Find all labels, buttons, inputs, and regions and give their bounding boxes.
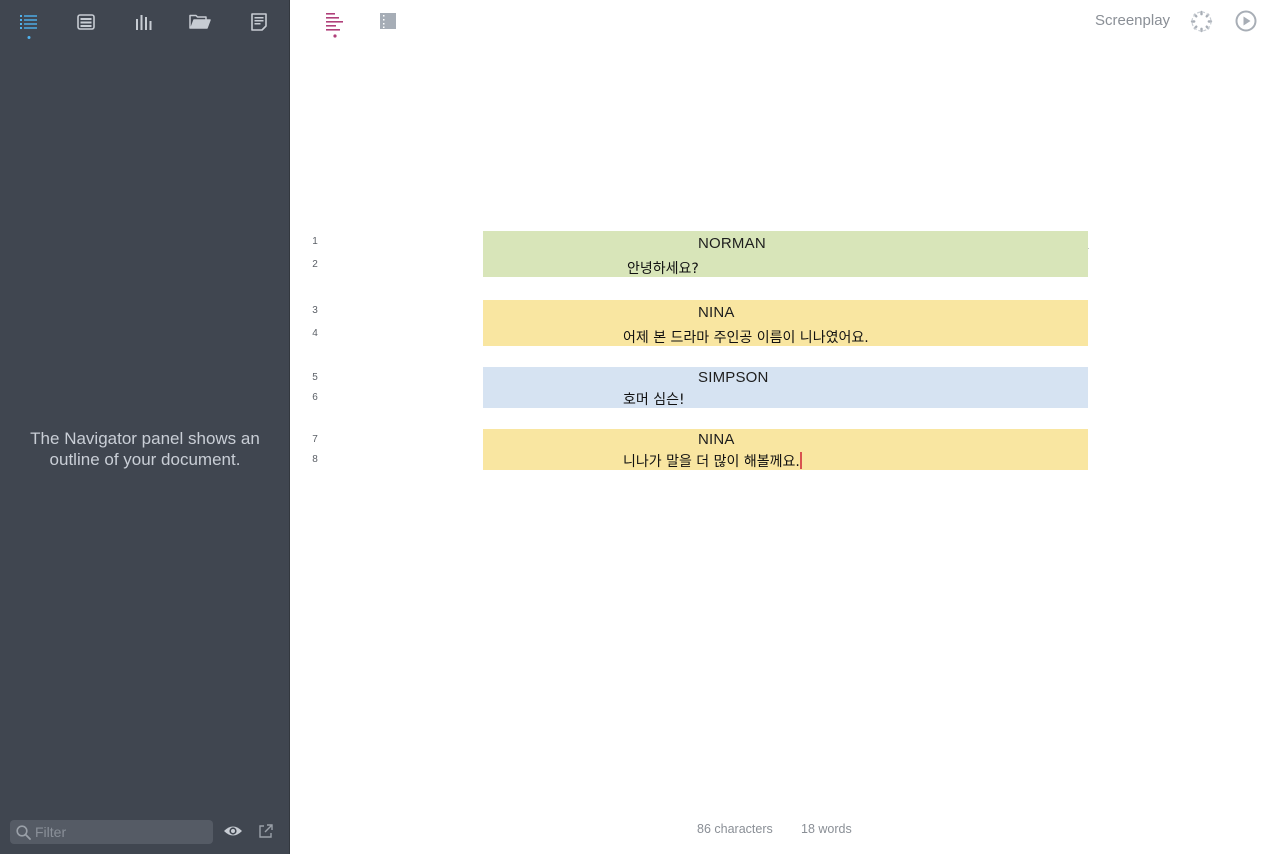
dialogue-text[interactable]: 호머 심슨! bbox=[623, 389, 685, 409]
scenes-mode-button[interactable] bbox=[379, 12, 397, 35]
line-number: 7 bbox=[312, 434, 318, 445]
external-link-icon bbox=[259, 824, 273, 838]
line-number: 5 bbox=[312, 372, 318, 383]
character-name[interactable]: NINA bbox=[698, 304, 735, 321]
line-number: 4 bbox=[312, 328, 318, 339]
page-icon bbox=[380, 13, 396, 29]
preview-button[interactable] bbox=[1235, 10, 1257, 37]
stats-icon bbox=[136, 15, 152, 30]
sidebar-tab-bar bbox=[0, 0, 290, 44]
dialogue-block[interactable]: NORMAN 안녕하세요? bbox=[483, 231, 1088, 277]
filter-input[interactable] bbox=[35, 824, 205, 840]
outline-mode-button[interactable] bbox=[325, 11, 345, 46]
tab-document[interactable] bbox=[244, 8, 274, 36]
line-number: 3 bbox=[312, 305, 318, 316]
tab-files[interactable] bbox=[185, 8, 215, 36]
line-number: 8 bbox=[312, 454, 318, 465]
dialogue-text[interactable]: 안녕하세요? bbox=[627, 258, 699, 278]
document-icon bbox=[251, 13, 267, 31]
navigator-sidebar: The Navigator panel shows an outline of … bbox=[0, 0, 290, 854]
export-button[interactable] bbox=[258, 823, 276, 841]
progress-ring-icon bbox=[1190, 10, 1213, 33]
active-tab-indicator bbox=[27, 36, 31, 39]
tab-statistics[interactable] bbox=[129, 8, 159, 36]
filter-field[interactable] bbox=[10, 820, 213, 844]
character-count: 86 characters bbox=[697, 822, 773, 836]
character-name[interactable]: NINA bbox=[698, 431, 735, 448]
dialogue-block[interactable]: SIMPSON 호머 심슨! bbox=[483, 367, 1088, 408]
outline-icon bbox=[326, 13, 343, 38]
dialogue-text[interactable]: 어제 본 드라마 주인공 이름이 니나였어요. bbox=[623, 327, 869, 347]
dialogue-block[interactable]: NINA 어제 본 드라마 주인공 이름이 니나였어요. bbox=[483, 300, 1088, 346]
character-name[interactable]: SIMPSON bbox=[698, 369, 769, 386]
line-number: 6 bbox=[312, 392, 318, 403]
dialogue-block[interactable]: NINA 니나가 말을 더 많이 해볼께요. bbox=[483, 429, 1088, 470]
show-hide-button[interactable] bbox=[223, 823, 245, 841]
line-number: 2 bbox=[312, 259, 318, 270]
sync-button[interactable] bbox=[1190, 10, 1213, 38]
text-cursor bbox=[799, 452, 802, 469]
word-count: 18 words bbox=[801, 822, 852, 836]
line-number: 1 bbox=[312, 236, 318, 247]
dialogue-text[interactable]: 니나가 말을 더 많이 해볼께요. bbox=[623, 454, 800, 470]
list-icon bbox=[20, 15, 37, 29]
character-name[interactable]: NORMAN bbox=[698, 235, 766, 252]
search-icon bbox=[16, 824, 31, 840]
tab-sheets[interactable] bbox=[71, 8, 101, 36]
dialogue-line[interactable]: 니나가 말을 더 많이 해볼께요. bbox=[623, 451, 802, 471]
template-selector[interactable]: Screenplay bbox=[1095, 12, 1170, 29]
play-circle-icon bbox=[1235, 10, 1257, 32]
eye-icon bbox=[224, 826, 242, 836]
tab-outline[interactable] bbox=[14, 8, 44, 39]
folder-icon bbox=[189, 14, 211, 29]
sheets-icon bbox=[77, 14, 95, 30]
navigator-empty-message: The Navigator panel shows an outline of … bbox=[30, 429, 260, 469]
